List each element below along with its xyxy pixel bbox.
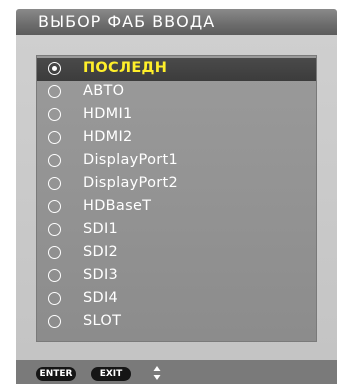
input-label: HDMI1	[83, 106, 133, 122]
menu-panel: ПОСЛЕДН АВТО HDMI1 HDMI2 DisplayPort1 Di…	[16, 35, 337, 360]
input-label: DisplayPort2	[83, 175, 179, 191]
input-label: SDI1	[83, 221, 119, 237]
title-bar: ВЫБОР ФАБ ВВОДА	[16, 9, 337, 35]
radio-button-icon[interactable]	[48, 108, 61, 121]
footer-bar: ENTER EXIT	[16, 360, 337, 384]
input-label: ПОСЛЕДН	[83, 60, 168, 76]
input-option[interactable]: SDI2	[37, 242, 316, 265]
exit-button[interactable]: EXIT	[91, 367, 131, 381]
up-down-arrows-icon	[153, 366, 161, 380]
radio-button-icon[interactable]	[48, 269, 61, 282]
input-label: АВТО	[83, 83, 125, 99]
radio-button-icon[interactable]	[48, 177, 61, 190]
input-option[interactable]: HDMI2	[37, 127, 316, 150]
input-option[interactable]: АВТО	[37, 81, 316, 104]
input-option[interactable]: ПОСЛЕДН	[37, 58, 316, 81]
input-label: SDI4	[83, 290, 119, 306]
radio-button-icon[interactable]	[48, 200, 61, 213]
radio-button-icon[interactable]	[48, 131, 61, 144]
input-list: ПОСЛЕДН АВТО HDMI1 HDMI2 DisplayPort1 Di…	[36, 55, 317, 342]
radio-button-icon[interactable]	[48, 223, 61, 236]
input-label: SDI2	[83, 244, 119, 260]
input-option[interactable]: HDBaseT	[37, 196, 316, 219]
input-option[interactable]: SDI1	[37, 219, 316, 242]
input-option[interactable]: SDI3	[37, 265, 316, 288]
radio-button-icon[interactable]	[48, 62, 61, 75]
input-label: SLOT	[83, 313, 122, 329]
radio-button-icon[interactable]	[48, 246, 61, 259]
radio-button-icon[interactable]	[48, 315, 61, 328]
input-option[interactable]: SLOT	[37, 311, 316, 334]
radio-button-icon[interactable]	[48, 292, 61, 305]
input-option[interactable]: DisplayPort2	[37, 173, 316, 196]
input-option[interactable]: HDMI1	[37, 104, 316, 127]
input-option[interactable]: SDI4	[37, 288, 316, 311]
menu-title: ВЫБОР ФАБ ВВОДА	[38, 12, 216, 31]
input-label: HDMI2	[83, 129, 133, 145]
radio-button-icon[interactable]	[48, 154, 61, 167]
enter-button[interactable]: ENTER	[36, 367, 76, 381]
input-label: DisplayPort1	[83, 152, 179, 168]
input-label: SDI3	[83, 267, 119, 283]
input-option[interactable]: DisplayPort1	[37, 150, 316, 173]
input-select-osd: ВЫБОР ФАБ ВВОДА ПОСЛЕДН АВТО HDMI1 HDMI2	[0, 0, 353, 384]
radio-button-icon[interactable]	[48, 85, 61, 98]
input-label: HDBaseT	[83, 198, 152, 214]
